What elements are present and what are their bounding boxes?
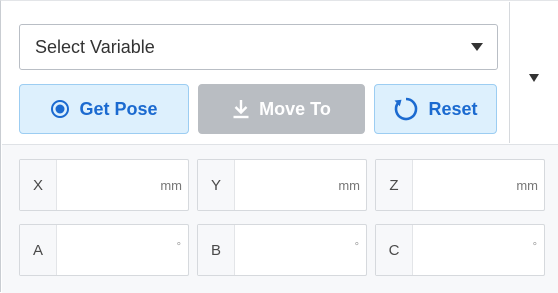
get-pose-button[interactable]: Get Pose — [19, 84, 189, 134]
variable-select[interactable]: Select Variable — [19, 24, 498, 70]
y-label: Y — [198, 160, 235, 210]
reset-label: Reset — [428, 98, 478, 119]
y-field: Y mm — [197, 159, 367, 211]
z-input[interactable] — [413, 160, 508, 210]
x-input[interactable] — [57, 160, 152, 210]
x-unit: mm — [160, 177, 182, 193]
download-arrow-icon — [232, 99, 250, 119]
a-unit: ° — [176, 241, 181, 253]
x-label: X — [20, 160, 57, 210]
caret-down-icon[interactable] — [529, 74, 539, 82]
pose-fields: X mm Y mm Z mm A ° B ° C ° — [2, 145, 558, 293]
y-unit: mm — [338, 177, 360, 193]
variable-select-value: Select Variable — [35, 36, 155, 57]
toolbar-divider — [509, 2, 510, 143]
z-field: Z mm — [375, 159, 545, 211]
x-field: X mm — [19, 159, 189, 211]
pose-panel: Select Variable Get Pose Move To Reset X… — [0, 0, 558, 293]
move-to-button[interactable]: Move To — [198, 84, 365, 134]
chevron-down-icon — [471, 43, 483, 51]
radio-target-icon — [50, 99, 70, 119]
pose-toolbar: Select Variable Get Pose Move To Reset — [2, 2, 558, 143]
a-label: A — [20, 225, 57, 275]
c-input[interactable] — [413, 225, 523, 275]
c-unit: ° — [532, 241, 537, 253]
c-field: C ° — [375, 224, 545, 276]
b-input[interactable] — [235, 225, 345, 275]
get-pose-label: Get Pose — [79, 98, 158, 119]
a-field: A ° — [19, 224, 189, 276]
b-field: B ° — [197, 224, 367, 276]
a-input[interactable] — [57, 225, 167, 275]
b-label: B — [198, 225, 235, 275]
z-unit: mm — [516, 177, 538, 193]
reset-button[interactable]: Reset — [374, 84, 497, 134]
b-unit: ° — [354, 241, 359, 253]
move-to-label: Move To — [259, 98, 331, 119]
y-input[interactable] — [235, 160, 330, 210]
z-label: Z — [376, 160, 413, 210]
c-label: C — [376, 225, 413, 275]
refresh-icon — [393, 96, 419, 122]
